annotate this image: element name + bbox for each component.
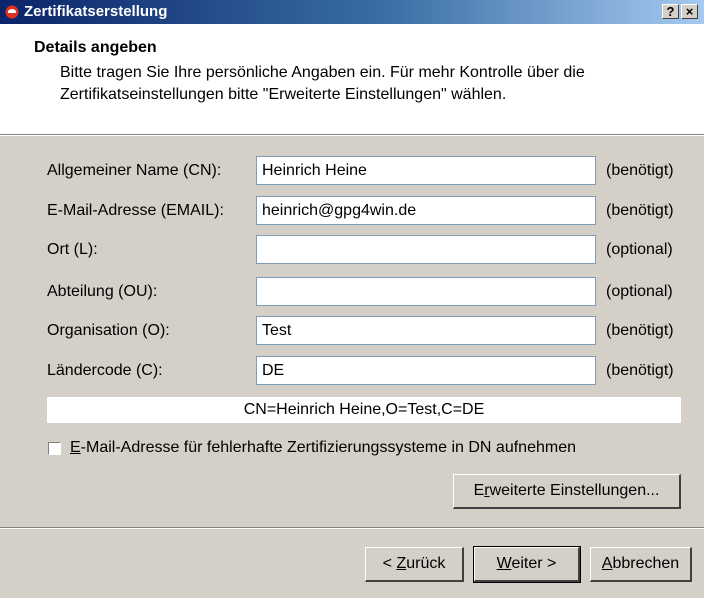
- locality-input[interactable]: [256, 235, 596, 264]
- email-input[interactable]: [256, 196, 596, 225]
- close-button[interactable]: ×: [681, 4, 698, 19]
- org-unit-status: (optional): [606, 283, 673, 300]
- cancel-mnemonic: A: [601, 555, 613, 572]
- footer-separator-highlight: [0, 528, 704, 529]
- back-mnemonic: Z: [396, 555, 407, 572]
- dn-preview: CN=Heinrich Heine,O=Test,C=DE: [47, 397, 681, 423]
- org-unit-input[interactable]: [256, 277, 596, 306]
- email-in-dn-label[interactable]: E-Mail-Adresse für fehlerhafte Zertifizi…: [70, 439, 576, 457]
- next-button[interactable]: Weiter >: [473, 546, 581, 583]
- next-text-post: eiter >: [511, 555, 557, 572]
- email-label: E-Mail-Adresse (EMAIL):: [47, 202, 224, 219]
- back-button[interactable]: < Zurück: [365, 547, 464, 582]
- cn-label: Allgemeiner Name (CN):: [47, 162, 222, 179]
- gpg4win-app-icon: [5, 5, 19, 19]
- title-bar[interactable]: Zertifikatserstellung ? ×: [0, 0, 704, 24]
- cancel-text-post: bbrechen: [612, 555, 680, 572]
- window-title: Zertifikatserstellung: [24, 3, 168, 20]
- next-mnemonic: W: [496, 555, 512, 572]
- advanced-settings-text-pre: E: [473, 482, 485, 499]
- header-separator-highlight: [0, 135, 704, 136]
- country-input[interactable]: [256, 356, 596, 385]
- back-text-post: urück: [406, 555, 446, 572]
- back-text-pre: <: [382, 555, 397, 572]
- locality-label: Ort (L):: [47, 241, 98, 258]
- advanced-settings-button[interactable]: Erweiterte Einstellungen...: [453, 474, 681, 509]
- email-in-dn-text: -Mail-Adresse für fehlerhafte Zertifizie…: [80, 439, 576, 456]
- page-description: Bitte tragen Sie Ihre persönliche Angabe…: [60, 64, 585, 103]
- organisation-input[interactable]: [256, 316, 596, 345]
- cn-status: (benötigt): [606, 162, 674, 179]
- locality-status: (optional): [606, 241, 673, 258]
- advanced-settings-text-post: weiterte Einstellungen...: [489, 482, 660, 499]
- organisation-label: Organisation (O):: [47, 322, 170, 339]
- cn-input[interactable]: [256, 156, 596, 185]
- help-button[interactable]: ?: [662, 4, 679, 19]
- country-status: (benötigt): [606, 362, 674, 379]
- country-label: Ländercode (C):: [47, 362, 163, 379]
- org-unit-label: Abteilung (OU):: [47, 283, 158, 300]
- page-title: Details angeben: [34, 39, 157, 56]
- cancel-button[interactable]: Abbrechen: [590, 547, 692, 582]
- email-in-dn-mnemonic: E: [70, 439, 81, 456]
- email-in-dn-checkbox[interactable]: [48, 442, 61, 455]
- organisation-status: (benötigt): [606, 322, 674, 339]
- email-status: (benötigt): [606, 202, 674, 219]
